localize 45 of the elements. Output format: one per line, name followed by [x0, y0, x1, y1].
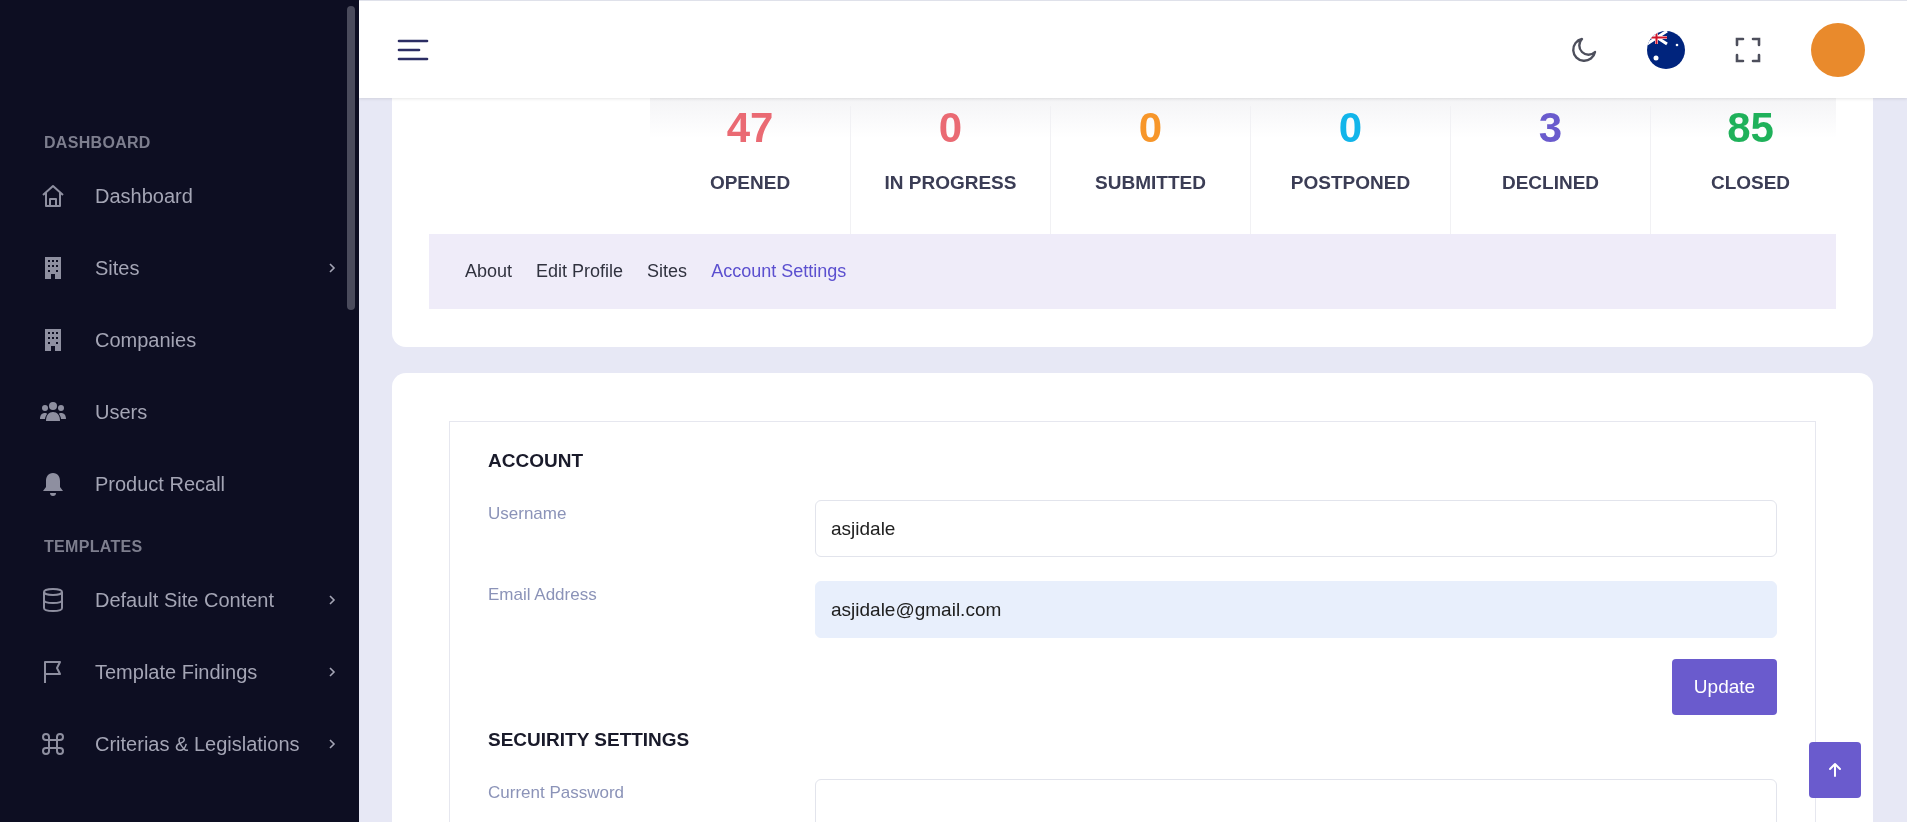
tab[interactable]: Account Settings: [711, 261, 847, 282]
stat-value: 0: [1138, 106, 1163, 150]
menu-icon[interactable]: [397, 37, 429, 62]
scrollbar-thumb[interactable]: [347, 6, 355, 310]
sidebar-item[interactable]: Sites: [0, 232, 359, 304]
flag-icon[interactable]: [1647, 30, 1685, 69]
field-label: Username: [488, 503, 568, 525]
home-icon: [40, 183, 66, 209]
stat-label: IN PROGRESS: [884, 172, 1017, 194]
tab[interactable]: About: [465, 261, 513, 282]
field-label: Current Password: [488, 782, 626, 804]
input-field[interactable]: [815, 779, 1777, 822]
tab[interactable]: Edit Profile: [536, 261, 624, 282]
sidebar-section-title: TEMPLATES: [43, 538, 144, 557]
tab[interactable]: Sites: [647, 261, 688, 282]
field-label: Email Address: [488, 584, 598, 606]
sidebar-item[interactable]: Product Recall: [0, 448, 359, 520]
stat-value: 47: [726, 106, 774, 150]
arrow-up-icon: [1827, 762, 1843, 778]
command-key-icon: [40, 731, 66, 757]
stat-value: 0: [938, 106, 963, 150]
section-title: SECUIRITY SETTINGS: [488, 729, 691, 751]
stat-value: 3: [1538, 106, 1563, 150]
sidebar-item[interactable]: Criterias & Legislations: [0, 708, 359, 780]
update-button[interactable]: Update: [1672, 659, 1777, 715]
sidebar-item[interactable]: Users: [0, 376, 359, 448]
stat-label: OPENED: [709, 172, 791, 194]
scroll-to-top-button[interactable]: [1809, 742, 1861, 798]
stat-label: CLOSED: [1710, 172, 1791, 194]
sidebar-section-title: DASHBOARD: [43, 134, 152, 153]
input-field[interactable]: asjidale: [815, 500, 1777, 557]
sidebar-item[interactable]: Default Site Content: [0, 564, 359, 636]
sidebar-item[interactable]: Dashboard: [0, 160, 359, 232]
sidebar-item[interactable]: Companies: [0, 304, 359, 376]
avatar[interactable]: [1811, 22, 1865, 77]
bell-icon: [40, 471, 66, 497]
section-title: ACCOUNT: [488, 450, 584, 472]
database-icon: [40, 587, 66, 613]
sidebar-item[interactable]: Template Findings: [0, 636, 359, 708]
stat-label: DECLINED: [1501, 172, 1600, 194]
stat-label: POSTPONED: [1290, 172, 1411, 194]
stat-value: 0: [1338, 106, 1363, 150]
input-field[interactable]: asjidale@gmail.com: [815, 581, 1777, 638]
stat-label: SUBMITTED: [1095, 172, 1206, 194]
stat-value: 85: [1727, 106, 1774, 150]
